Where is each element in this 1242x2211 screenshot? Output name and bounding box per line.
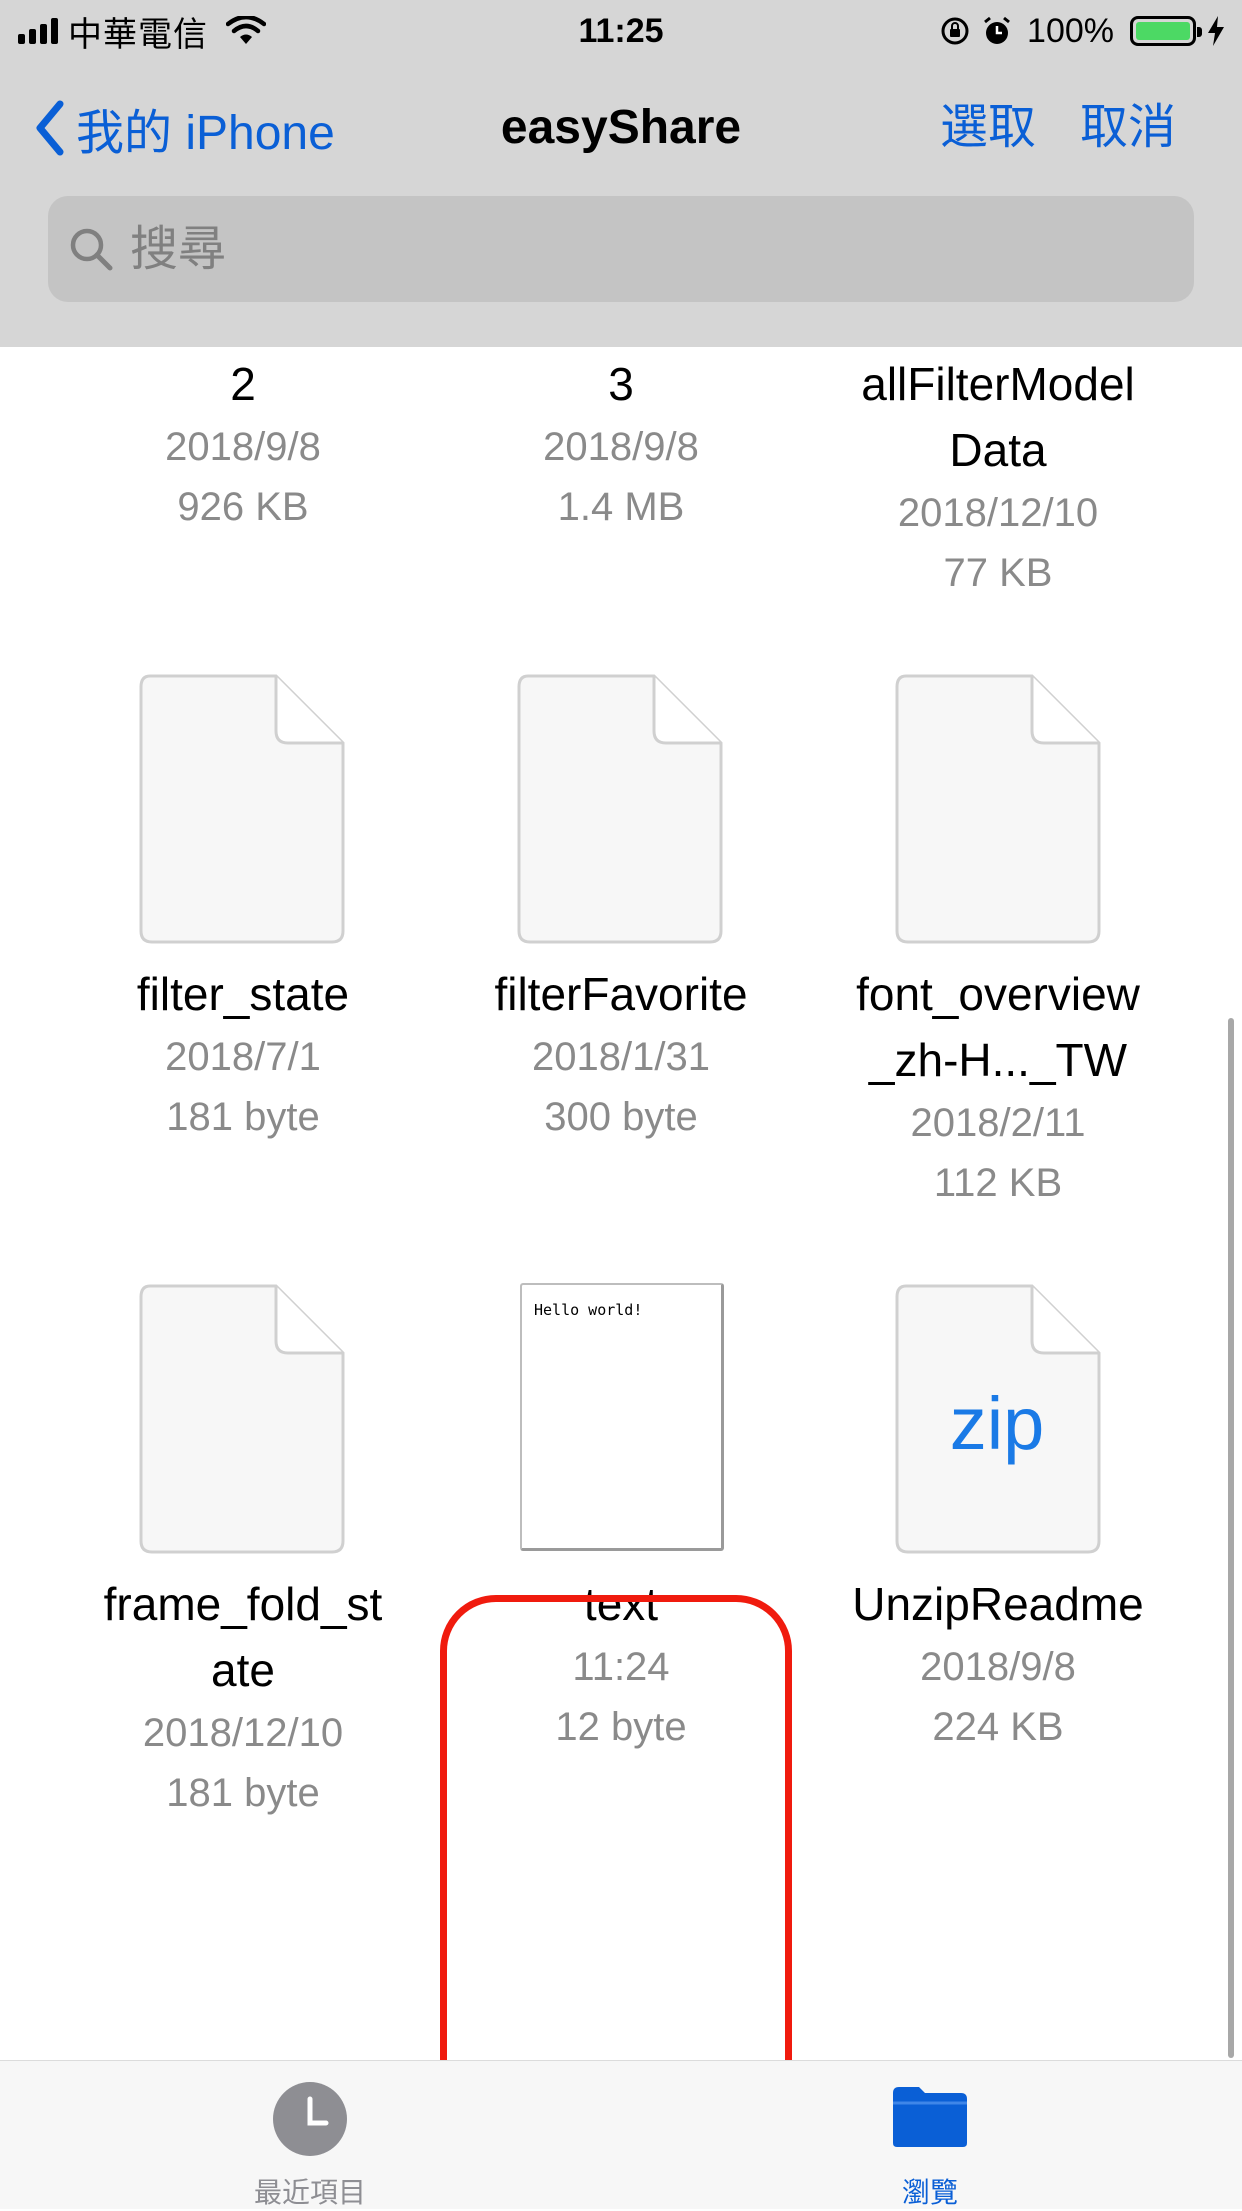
blank-document-icon (139, 674, 345, 944)
file-item-frame-fold-state[interactable]: frame_fold_st ate 2018/12/10 181 byte (83, 1571, 403, 1823)
file-grid: 2 2018/9/8 926 KB 3 2018/9/8 1.4 MB allF… (0, 347, 1242, 2060)
file-size: 181 byte (166, 1771, 320, 1815)
tab-bar: 最近項目 瀏覽 (0, 2060, 1242, 2209)
zip-label: zip (949, 1382, 1045, 1465)
file-size: 77 KB (943, 551, 1053, 595)
file-date: 2018/1/31 (532, 1035, 710, 1079)
tab-recents-label: 最近項目 (253, 2177, 366, 2208)
search-bar[interactable] (48, 196, 1194, 302)
file-date: 2018/2/11 (910, 1101, 1086, 1145)
search-input[interactable] (128, 220, 1132, 278)
file-name-line-1: frame_fold_st (103, 1578, 383, 1630)
file-name-line-1: allFilterModel (861, 358, 1135, 410)
file-item-filter-state[interactable]: filter_state 2018/7/1 181 byte (83, 961, 403, 1147)
file-name-line-2: Data (949, 424, 1047, 476)
file-item-text[interactable]: text 11:24 12 byte (461, 1571, 781, 1757)
folder-icon (893, 2087, 967, 2147)
file-size: 926 KB (177, 485, 309, 529)
file-size: 12 byte (555, 1705, 687, 1749)
tab-recents[interactable]: 最近項目 (160, 2061, 460, 2209)
file-size: 181 byte (166, 1095, 320, 1139)
file-item-2[interactable]: 2 2018/9/8 926 KB (83, 351, 403, 537)
file-item-3[interactable]: 3 2018/9/8 1.4 MB (461, 351, 781, 537)
file-date: 11:24 (572, 1645, 670, 1689)
blank-document-icon (895, 674, 1101, 944)
file-name: 3 (608, 358, 634, 410)
file-item-font-overview[interactable]: font_overview _zh-H..._TW 2018/2/11 112 … (838, 961, 1158, 1213)
file-name: filter_state (136, 968, 350, 1020)
battery-icon (1130, 16, 1202, 46)
header: 中華電信 11:25 100% 我的 iPhone easyShare 選取 取… (0, 0, 1242, 347)
file-name: filterFavorite (494, 968, 748, 1020)
clock-icon (273, 2082, 347, 2156)
charging-bolt-icon (1208, 16, 1224, 46)
navigation-bar: 我的 iPhone easyShare 選取 取消 (0, 88, 1242, 168)
file-item-unzipreadme[interactable]: UnzipReadme 2018/9/8 224 KB (838, 1571, 1158, 1757)
select-button[interactable]: 選取 (940, 88, 1036, 168)
file-size: 224 KB (932, 1705, 1064, 1749)
file-date: 2018/9/8 (920, 1645, 1076, 1689)
tab-browse-label: 瀏覽 (901, 2177, 958, 2208)
file-name: 2 (230, 358, 256, 410)
file-date: 2018/9/8 (543, 425, 699, 469)
file-item-filterfavorite[interactable]: filterFavorite 2018/1/31 300 byte (461, 961, 781, 1147)
blank-document-icon (139, 1284, 345, 1554)
file-size: 1.4 MB (557, 485, 685, 529)
file-size: 300 byte (544, 1095, 698, 1139)
orientation-lock-icon (941, 17, 969, 45)
file-name-line-2: ate (211, 1644, 275, 1696)
file-name: text (583, 1578, 659, 1630)
file-date: 2018/7/1 (165, 1035, 321, 1079)
file-size: 112 KB (933, 1161, 1063, 1205)
alarm-icon (984, 16, 1010, 44)
file-name-line-2: _zh-H..._TW (868, 1034, 1128, 1086)
file-name: UnzipReadme (852, 1578, 1144, 1630)
status-bar: 中華電信 11:25 100% (0, 0, 1242, 62)
file-date: 2018/9/8 (165, 425, 321, 469)
search-icon (70, 228, 113, 271)
blank-document-icon (517, 674, 723, 944)
file-name-line-1: font_overview (856, 968, 1140, 1020)
text-document-preview: Hello world! (520, 1283, 724, 1551)
file-date: 2018/12/10 (897, 491, 1099, 535)
zip-document-icon: zip (894, 1283, 1104, 1555)
tab-browse[interactable]: 瀏覽 (780, 2061, 1080, 2209)
preview-text: Hello world! (534, 1301, 643, 1319)
scrollbar[interactable] (1228, 1018, 1234, 2058)
status-right: 100% (939, 8, 1226, 54)
file-item-allfiltermodeldata[interactable]: allFilterModel Data 2018/12/10 77 KB (838, 351, 1158, 603)
file-date: 2018/12/10 (142, 1711, 344, 1755)
battery-percent: 100% (1027, 11, 1114, 50)
cancel-button[interactable]: 取消 (1080, 88, 1176, 168)
page-title: easyShare (500, 101, 742, 154)
